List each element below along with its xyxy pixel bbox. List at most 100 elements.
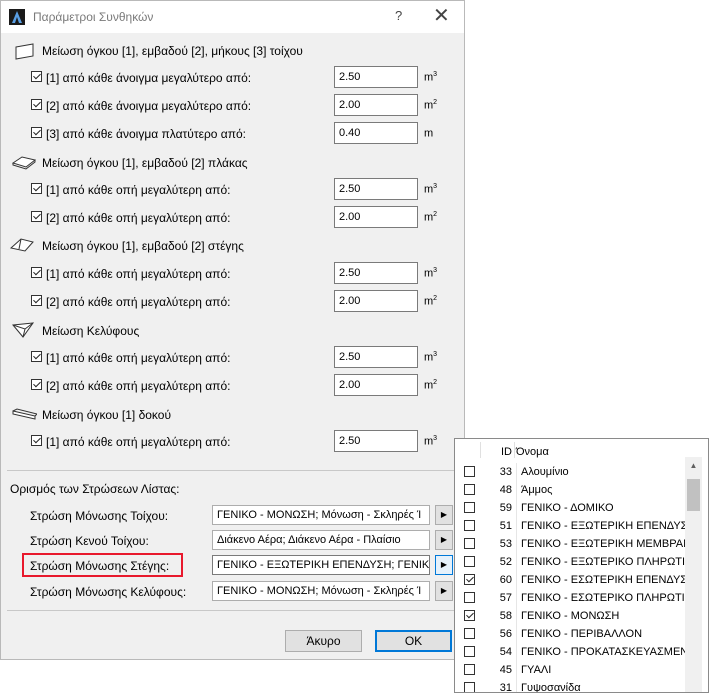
list-item-checkbox[interactable] — [464, 574, 475, 585]
shell-hole-area-input[interactable]: 2.00 — [334, 374, 418, 396]
list-item[interactable]: 31 Γυψοσανίδα — [455, 679, 685, 693]
unit-label: m3 — [424, 435, 438, 448]
list-item[interactable]: 59 ΓΕΝΙΚΟ - ΔΟΜΙΚΟ — [455, 499, 685, 517]
shell-hole-volume-input[interactable]: 2.50 — [334, 346, 418, 368]
column-separator — [516, 553, 517, 571]
list-item[interactable]: 57 ΓΕΝΙΚΟ - ΕΣΩΤΕΡΙΚΟ ΠΛΗΡΩΤΙΚΟ — [455, 589, 700, 607]
list-item-checkbox[interactable] — [464, 682, 475, 692]
list-item-id: 51 — [499, 520, 512, 532]
wall-opening-volume-input[interactable]: 2.50 — [334, 66, 418, 88]
list-item-id: 60 — [499, 574, 512, 586]
list-item[interactable]: 52 ΓΕΝΙΚΟ - ΕΞΩΤΕΡΙΚΟ ΠΛΗΡΩΤΙΚΟ — [455, 553, 701, 571]
unit-label: m3 — [424, 267, 438, 280]
list-item[interactable]: 56 ΓΕΝΙΚΟ - ΠΕΡΙΒΑΛΛΟΝ — [455, 625, 685, 643]
list-item[interactable]: 45 ΓΥΑΛΙ — [455, 661, 685, 679]
list-item-checkbox[interactable] — [464, 538, 475, 549]
list-item-name: ΓΕΝΙΚΟ - ΕΞΩΤΕΡΙΚΟ ΠΛΗΡΩΤΙΚΟ — [521, 556, 701, 568]
wall-opening-area-checkbox[interactable] — [31, 99, 42, 110]
list-item-checkbox[interactable] — [464, 520, 475, 531]
scroll-up-arrow-icon[interactable]: ▲ — [685, 457, 702, 474]
roof-insulation-layer-field[interactable]: ΓΕΝΙΚΟ - ΕΞΩΤΕΡΙΚΗ ΕΠΕΝΔΥΣΗ; ΓΕΝΙΚΟ - — [212, 555, 430, 575]
roof-hole-area-checkbox[interactable] — [31, 295, 42, 306]
column-separator — [516, 643, 517, 661]
column-separator — [516, 499, 517, 517]
wall-insulation-layer-picker-button[interactable]: ▶ — [435, 505, 453, 525]
list-item-id: 59 — [499, 502, 512, 514]
list-item-name: ΓΕΝΙΚΟ - ΕΣΩΤΕΡΙΚΟ ΠΛΗΡΩΤΙΚΟ — [521, 592, 701, 604]
list-scrollbar[interactable]: ▲ — [685, 457, 702, 692]
beam-icon — [12, 408, 37, 420]
list-item-checkbox[interactable] — [464, 484, 475, 495]
list-item[interactable]: 53 ΓΕΝΙΚΟ - ΕΞΩΤΕΡΙΚΗ ΜΕΜΒΡΑΝΗ — [455, 535, 699, 553]
list-item[interactable]: 58 ΓΕΝΙΚΟ - ΜΟΝΩΣΗ — [455, 607, 685, 625]
slab-row-label: [1] από κάθε οπή μεγαλύτερη από: — [46, 183, 231, 197]
shell-insulation-layer-picker-button[interactable]: ▶ — [435, 581, 453, 601]
list-item-checkbox[interactable] — [464, 592, 475, 603]
list-item-name: Αλουμίνιο — [521, 466, 569, 478]
column-separator — [516, 625, 517, 643]
wall-insulation-layer-field[interactable]: ΓΕΝΙΚΟ - ΜΟΝΩΣΗ; Μόνωση - Σκληρές Ί — [212, 505, 430, 525]
ok-button[interactable]: OK — [375, 630, 452, 652]
list-item-checkbox[interactable] — [464, 646, 475, 657]
column-separator — [516, 571, 517, 589]
list-item-checkbox[interactable] — [464, 610, 475, 621]
wall-opening-area-input[interactable]: 2.00 — [334, 94, 418, 116]
list-item[interactable]: 51 ΓΕΝΙΚΟ - ΕΞΩΤΕΡΙΚΗ ΕΠΕΝΔΥΣΗ — [455, 517, 695, 535]
slab-hole-area-input[interactable]: 2.00 — [334, 206, 418, 228]
shell-insulation-layer-field[interactable]: ΓΕΝΙΚΟ - ΜΟΝΩΣΗ; Μόνωση - Σκληρές Ί — [212, 581, 430, 601]
column-header-name[interactable]: Όνομα — [516, 446, 549, 458]
list-item[interactable]: 48 Άμμος — [455, 481, 685, 499]
column-separator — [480, 442, 481, 458]
divider — [7, 610, 459, 611]
column-separator — [514, 442, 515, 458]
list-item-name: Γυψοσανίδα — [521, 682, 581, 693]
roof-hole-area-input[interactable]: 2.00 — [334, 290, 418, 312]
shell-hole-volume-checkbox[interactable] — [31, 351, 42, 362]
slab-icon — [11, 156, 37, 170]
shell-hole-area-checkbox[interactable] — [31, 379, 42, 390]
list-item-checkbox[interactable] — [464, 466, 475, 477]
list-item-checkbox[interactable] — [464, 664, 475, 675]
close-button[interactable]: ✕ — [433, 4, 450, 28]
list-item-name: ΓΕΝΙΚΟ - ΠΡΟΚΑΤΑΣΚΕΥΑΣΜΕΝΟ — [521, 646, 697, 658]
wall-row-label: [1] από κάθε άνοιγμα μεγαλύτερο από: — [46, 71, 252, 85]
section-title-roof: Μείωση όγκου [1], εμβαδού [2] στέγης — [42, 239, 244, 253]
wall-opening-volume-checkbox[interactable] — [31, 71, 42, 82]
wall-cavity-layer-picker-button[interactable]: ▶ — [435, 530, 453, 550]
slab-hole-area-checkbox[interactable] — [31, 211, 42, 222]
column-header-id[interactable]: ID — [501, 446, 512, 458]
list-item-checkbox[interactable] — [464, 502, 475, 513]
list-item-id: 52 — [499, 556, 512, 568]
roof-hole-volume-checkbox[interactable] — [31, 267, 42, 278]
layers-group-title: Ορισμός των Στρώσεων Λίστας: — [10, 482, 180, 496]
beam-hole-volume-checkbox[interactable] — [31, 435, 42, 446]
list-item[interactable]: 54 ΓΕΝΙΚΟ - ΠΡΟΚΑΤΑΣΚΕΥΑΣΜΕΝΟ — [455, 643, 697, 661]
list-item-checkbox[interactable] — [464, 556, 475, 567]
list-item[interactable]: 33 Αλουμίνιο — [455, 463, 685, 481]
section-title-slab: Μείωση όγκου [1], εμβαδού [2] πλάκας — [42, 156, 248, 170]
list-item-name: ΓΕΝΙΚΟ - ΕΞΩΤΕΡΙΚΗ ΜΕΜΒΡΑΝΗ — [521, 538, 699, 550]
slab-hole-volume-input[interactable]: 2.50 — [334, 178, 418, 200]
list-item[interactable]: 60 ΓΕΝΙΚΟ - ΕΣΩΤΕΡΙΚΗ ΕΠΕΝΔΥΣΗ — [455, 571, 695, 589]
cancel-button[interactable]: Άκυρο — [285, 630, 362, 652]
help-button[interactable]: ? — [395, 8, 402, 23]
beam-hole-volume-input[interactable]: 2.50 — [334, 430, 418, 452]
beam-row-label: [1] από κάθε οπή μεγαλύτερη από: — [46, 435, 231, 449]
roof-insulation-layer-picker-button[interactable]: ▶ — [435, 555, 453, 575]
column-separator — [516, 589, 517, 607]
wall-opening-width-checkbox[interactable] — [31, 127, 42, 138]
roof-hole-volume-input[interactable]: 2.50 — [334, 262, 418, 284]
unit-label: m2 — [424, 211, 438, 224]
list-item-id: 31 — [499, 682, 512, 693]
wall-icon — [15, 43, 34, 60]
slab-hole-volume-checkbox[interactable] — [31, 183, 42, 194]
column-separator — [516, 679, 517, 692]
wall-cavity-layer-field[interactable]: Διάκενο Αέρα; Διάκενο Αέρα - Πλαίσιο — [212, 530, 430, 550]
wall-opening-width-input[interactable]: 0.40 — [334, 122, 418, 144]
scroll-thumb[interactable] — [687, 479, 700, 511]
list-item-id: 45 — [499, 664, 512, 676]
list-item-checkbox[interactable] — [464, 628, 475, 639]
archicad-app-icon — [9, 9, 25, 25]
title-bar[interactable]: Παράμετροι Συνθηκών ? ✕ — [1, 1, 464, 33]
list-item-id: 57 — [499, 592, 512, 604]
